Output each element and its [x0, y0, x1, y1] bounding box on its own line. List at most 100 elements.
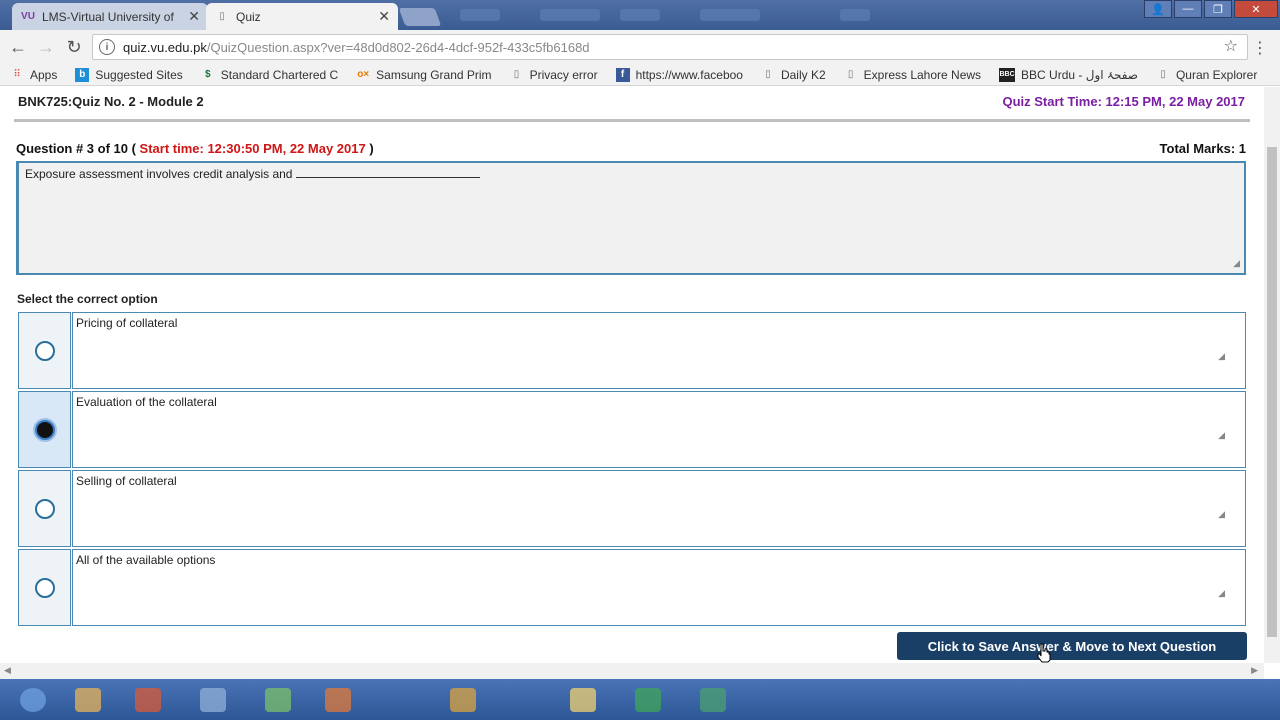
bookmark-daily-k2[interactable]: ▯ Daily K2 — [761, 67, 826, 82]
bookmark-label: Samsung Grand Prim — [376, 67, 492, 82]
resize-handle-icon[interactable]: ◢ — [1218, 588, 1225, 599]
option-radio-1[interactable] — [18, 312, 71, 389]
save-next-button[interactable]: Click to Save Answer & Move to Next Ques… — [897, 632, 1247, 660]
bookmark-star-icon[interactable]: ☆ — [1224, 36, 1238, 56]
taskbar-app-icon[interactable] — [200, 688, 226, 712]
option-radio-4[interactable] — [18, 549, 71, 626]
select-option-label: Select the correct option — [17, 292, 158, 306]
taskbar-app-icon[interactable] — [75, 688, 101, 712]
apps-grid-icon: ⠿ — [13, 69, 21, 80]
standard-chartered-icon: $ — [204, 69, 211, 80]
scroll-right-icon[interactable]: ▶ — [1251, 665, 1258, 676]
quiz-start-time: Quiz Start Time: 12:15 PM, 22 May 2017 — [1002, 94, 1245, 109]
close-icon[interactable]: ✕ — [378, 8, 390, 25]
option-label: Pricing of collateral — [76, 316, 178, 330]
bookmark-label: Daily K2 — [780, 67, 826, 82]
option-label: Evaluation of the collateral — [76, 395, 217, 409]
window-close-icon[interactable]: ✕ — [1234, 0, 1278, 18]
radio-icon[interactable] — [34, 419, 55, 440]
bookmarks-bar: ⠿ Apps b Suggested Sites $ Standard Char… — [0, 64, 1280, 86]
question-paren: ) — [369, 141, 374, 156]
radio-icon[interactable] — [34, 577, 55, 598]
option-text-3: Selling of collateral ◢ — [72, 470, 1246, 547]
bookmark-facebook[interactable]: f https://www.faceboo — [615, 67, 743, 82]
back-arrow-icon[interactable]: ← — [7, 36, 29, 58]
bookmark-privacy-error[interactable]: ▯ Privacy error — [510, 68, 598, 82]
bookmark-apps[interactable]: ⠿ Apps — [10, 68, 57, 82]
horizontal-scrollbar[interactable]: ◀ ▶ — [0, 663, 1264, 679]
option-radio-3[interactable] — [18, 470, 71, 547]
restore-icon[interactable]: ❐ — [1204, 0, 1232, 18]
forward-arrow-icon[interactable]: → — [35, 36, 57, 58]
bookmark-standard-chartered[interactable]: $ Standard Chartered C — [201, 68, 338, 82]
bbc-icon: BBC — [999, 67, 1016, 82]
blurred-tab — [620, 9, 660, 21]
resize-handle-icon[interactable]: ◢ — [1233, 258, 1240, 269]
new-tab-button[interactable] — [398, 8, 442, 26]
divider — [14, 119, 1250, 122]
bookmark-label: https://www.faceboo — [635, 67, 743, 82]
radio-icon[interactable] — [34, 340, 55, 361]
window-controls: 👤 — ❐ ✕ — [1142, 0, 1278, 20]
taskbar-app-icon[interactable] — [570, 688, 596, 712]
bookmark-suggested-sites[interactable]: b Suggested Sites — [75, 67, 183, 82]
user-icon[interactable]: 👤 — [1144, 0, 1172, 18]
bookmark-express-lahore[interactable]: ▯ Express Lahore News — [844, 68, 981, 82]
minimize-icon[interactable]: — — [1174, 0, 1202, 18]
bookmark-label: BBC Urdu - صفحۂ اول — [1021, 67, 1138, 82]
question-counter: Question # 3 of 10 ( — [16, 141, 136, 156]
olx-icon: o× — [357, 69, 370, 80]
browser-titlebar: VU LMS-Virtual University of ✕ ▯ Quiz ✕ … — [0, 0, 1280, 30]
resize-handle-icon[interactable]: ◢ — [1218, 430, 1225, 441]
taskbar-app-icon[interactable] — [635, 688, 661, 712]
bookmark-label: Standard Chartered C — [220, 67, 339, 82]
tab-quiz[interactable]: ▯ Quiz ✕ — [206, 3, 398, 30]
suggested-sites-icon: b — [75, 67, 90, 82]
taskbar-app-icon[interactable] — [325, 688, 351, 712]
question-number: Question # 3 of 10 ( Start time: 12:30:5… — [16, 141, 374, 156]
option-label: Selling of collateral — [76, 474, 177, 488]
page-icon: ▯ — [847, 69, 854, 80]
bookmark-label: Express Lahore News — [863, 67, 982, 82]
bookmark-label: Suggested Sites — [95, 67, 183, 82]
taskbar-app-icon[interactable] — [700, 688, 726, 712]
browser-toolbar: ← → ↻ i quiz.vu.edu.pk /QuizQuestion.asp… — [0, 30, 1280, 64]
question-text: Exposure assessment involves credit anal… — [25, 167, 293, 181]
question-textbox: Exposure assessment involves credit anal… — [16, 161, 1246, 275]
scrollbar-thumb[interactable] — [1267, 147, 1277, 637]
taskbar — [0, 679, 1280, 720]
bookmark-label: Apps — [30, 67, 58, 82]
quiz-title: BNK725:Quiz No. 2 - Module 2 — [18, 94, 204, 109]
page-icon: ▯ — [219, 11, 225, 22]
bookmark-samsung[interactable]: o× Samsung Grand Prim — [356, 68, 491, 82]
tab-lms[interactable]: VU LMS-Virtual University of ✕ — [12, 3, 208, 30]
taskbar-app-icon[interactable] — [135, 688, 161, 712]
total-marks: Total Marks: 1 — [1159, 141, 1246, 156]
tab-label: LMS-Virtual University of — [42, 9, 174, 24]
bookmark-label: Privacy error — [529, 67, 598, 82]
lms-favicon-icon: VU — [21, 11, 35, 22]
taskbar-app-icon[interactable] — [450, 688, 476, 712]
address-bar[interactable]: i quiz.vu.edu.pk /QuizQuestion.aspx?ver=… — [92, 34, 1248, 60]
menu-dots-icon[interactable]: ⋮ — [1252, 38, 1268, 58]
scroll-left-icon[interactable]: ◀ — [4, 665, 11, 676]
taskbar-app-icon[interactable] — [265, 688, 291, 712]
resize-handle-icon[interactable]: ◢ — [1218, 351, 1225, 362]
radio-icon[interactable] — [34, 498, 55, 519]
page-icon: ▯ — [1160, 69, 1166, 80]
option-radio-2[interactable] — [18, 391, 71, 468]
info-icon[interactable]: i — [99, 39, 115, 55]
bookmark-bbc-urdu[interactable]: BBC BBC Urdu - صفحۂ اول — [999, 67, 1138, 82]
page-content: BNK725:Quiz No. 2 - Module 2 Quiz Start … — [0, 87, 1264, 663]
reload-icon[interactable]: ↻ — [63, 36, 85, 58]
close-icon[interactable]: ✕ — [188, 8, 200, 25]
option-text-4: All of the available options ◢ — [72, 549, 1246, 626]
option-label: All of the available options — [76, 553, 216, 567]
blurred-tab — [700, 9, 760, 21]
bookmark-quran-explorer[interactable]: ▯ Quran Explorer — [1156, 68, 1257, 82]
vertical-scrollbar[interactable] — [1264, 87, 1280, 663]
answer-blank — [295, 167, 480, 178]
resize-handle-icon[interactable]: ◢ — [1218, 509, 1225, 520]
start-button-icon[interactable] — [20, 688, 46, 712]
bookmark-label: Quran Explorer — [1175, 67, 1258, 82]
